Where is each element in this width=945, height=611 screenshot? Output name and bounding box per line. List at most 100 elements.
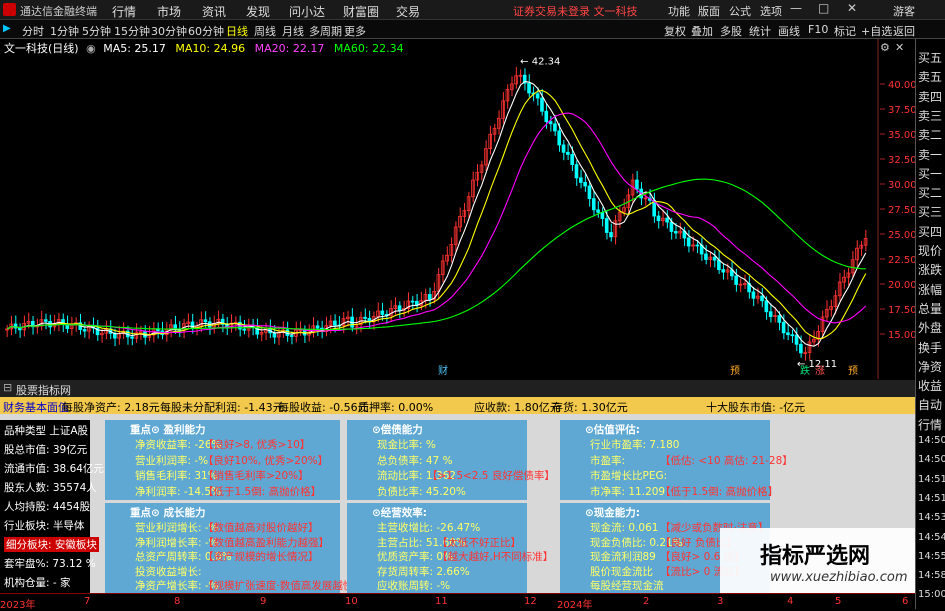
orderbook-label[interactable]: 买四 [918,223,945,240]
profile-row: 人均持股: 4454股 [4,501,91,513]
login-notice[interactable]: 证券交易未登录 文一科技 [513,3,638,19]
maximize-icon[interactable]: □ [818,1,829,15]
candle [415,293,419,313]
close-icon[interactable]: ✕ [847,1,857,15]
multi-stock-button[interactable]: 多股 [720,23,742,39]
period-tab-weekly[interactable]: 周线 [254,23,276,39]
event-marker[interactable]: 跌 [800,364,810,377]
period-tab-intraday[interactable]: 分时 [22,23,44,39]
back-button[interactable]: 返回 [893,23,915,39]
menu-layout[interactable]: 版面 [698,3,720,19]
orderbook-label[interactable]: 行情 [918,416,945,433]
kline-chart[interactable]: 40.00 37.50 35.00 32.50 30.00 27.50 25.00 22.50… [0,39,915,379]
cash-metric: 现金流: 0.061 [590,522,659,534]
period-tab-monthly[interactable]: 月线 [282,23,304,39]
event-marker[interactable]: 预 [848,365,858,377]
candle [160,321,165,340]
orderbook-label[interactable]: 买五 [918,49,945,66]
operate-comment: 【越大越好,H不同标准】 [437,551,554,563]
chart-close-icon[interactable]: ✕ [895,41,904,54]
f10-button[interactable]: F10 [808,23,828,36]
adjust-button[interactable]: 复权 [664,23,686,39]
orderbook-label[interactable]: 净资 [918,358,945,375]
menu-function[interactable]: 功能 [668,3,690,19]
orderbook-label[interactable]: 卖三 [918,107,945,124]
orderbook-label[interactable]: 换手 [918,339,945,356]
tick-time[interactable]: 14:51 [918,493,945,504]
candle [156,322,160,339]
period-tab-30min[interactable]: 30分钟 [151,23,187,39]
chart-settings-icon[interactable]: ⚙ [880,41,890,54]
tick-time[interactable]: 14:58 [918,570,945,581]
menu-formula[interactable]: 公式 [729,3,751,19]
period-tab-5min[interactable]: 5分钟 [82,23,111,39]
guest-label[interactable]: 游客 [893,3,915,19]
menu-wealth[interactable]: 财富圈 [343,3,379,20]
candle [522,68,527,91]
period-tab-multi[interactable]: 多周期 [309,23,342,39]
menu-discover[interactable]: 发现 [246,3,270,20]
kline-chart-svg[interactable]: 40.00 37.50 35.00 32.50 30.00 27.50 25.00 22.50… [0,39,915,379]
tick-time[interactable]: 14:54 [918,532,945,543]
candle [786,324,790,341]
orderbook-label[interactable]: 卖五 [918,68,945,85]
menu-quotes[interactable]: 行情 [112,3,136,20]
candle [842,269,846,289]
menu-news[interactable]: 资讯 [202,3,226,20]
menu-trade[interactable]: 交易 [396,3,420,20]
stock-profile-column: 品种类型 上证A股 股总市值: 39亿元 流通市值: 38.64亿元 股东人数: 35… [0,420,104,593]
orderbook-label[interactable]: 收益 [918,377,945,394]
tick-time[interactable]: 14:50 [918,435,945,446]
candle [699,237,704,261]
period-tab-15min[interactable]: 15分钟 [114,23,150,39]
candle [850,251,855,279]
orderbook-label[interactable]: 卖四 [918,88,945,105]
menu-options[interactable]: 选项 [760,3,782,19]
orderbook-label[interactable]: 买二 [918,184,945,201]
candle [527,74,531,98]
menu-market[interactable]: 市场 [157,3,181,20]
minimize-icon[interactable]: — [790,1,802,15]
orderbook-label[interactable]: 涨幅 [918,281,945,298]
add-watchlist-button[interactable]: +自选 [861,23,892,39]
period-tab-60min[interactable]: 60分钟 [188,23,224,39]
overlay-button[interactable]: 叠加 [691,23,713,39]
event-marker[interactable]: 财 [438,364,448,377]
toolbar-arrow-icon[interactable]: ▶ [3,23,11,34]
period-tab-1min[interactable]: 1分钟 [50,23,79,39]
candle [445,246,449,266]
tick-time[interactable]: 14:55 [918,551,945,562]
mark-button[interactable]: 标记 [834,23,856,39]
candle [790,329,795,343]
tick-time[interactable]: 14:53 [918,512,945,523]
period-tab-more[interactable]: 更多 [344,23,366,39]
orderbook-label[interactable]: 买三 [918,203,945,220]
orderbook-label[interactable]: 外盘 [918,319,945,336]
orderbook-label[interactable]: 现价 [918,242,945,259]
candle [216,310,221,329]
orderbook-label[interactable]: 卖一 [918,146,945,163]
candle [207,317,212,335]
price-tick-label: 20.00 [888,280,915,291]
orderbook-label[interactable]: 买一 [918,165,945,182]
candle [747,275,751,299]
panel-collapse-icon[interactable]: ⊟ [3,381,12,394]
stats-button[interactable]: 统计 [749,23,771,39]
receivables: 应收款: 1.80亿元 [474,401,561,414]
period-tab-daily[interactable]: 日线 [226,23,248,39]
candle [350,308,354,332]
settings-icon[interactable]: ◉ [86,42,96,55]
candle [578,169,583,189]
orderbook-label[interactable]: 总量 [918,300,945,317]
menu-ask[interactable]: 问小达 [289,3,325,20]
tick-time[interactable]: 15:00 [918,589,945,600]
candle [458,207,462,232]
orderbook-label[interactable]: 卖二 [918,126,945,143]
event-marker[interactable]: 预 [730,365,740,377]
tick-time[interactable]: 14:50 [918,454,945,465]
draw-button[interactable]: 画线 [778,23,800,39]
event-marker[interactable]: 涨 [815,365,825,377]
orderbook-label[interactable]: 自动 [918,396,945,413]
orderbook-label[interactable]: 涨跌 [918,261,945,278]
tick-time[interactable]: 14:51 [918,474,945,485]
